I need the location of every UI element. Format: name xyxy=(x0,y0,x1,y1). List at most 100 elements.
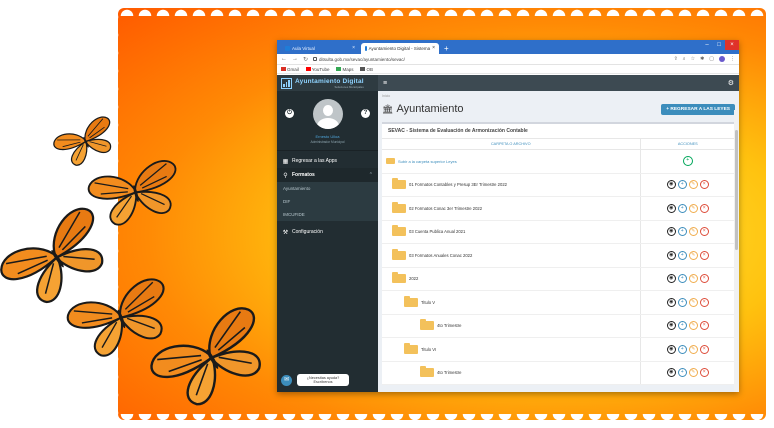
table-row-up[interactable]: Subir a la carpeta superior Leyes + xyxy=(382,149,735,174)
table-row[interactable]: 4to Trimestre ◉ + ✎ × xyxy=(382,361,735,385)
add-icon[interactable]: + xyxy=(677,274,687,284)
folder-name[interactable]: 03 Cuenta Publica Anual 2021 xyxy=(409,229,465,234)
view-icon[interactable]: ◉ xyxy=(666,321,676,331)
window-close-icon[interactable]: × xyxy=(725,40,739,50)
folder-name[interactable]: 02 Formatos Conac 3er Trimestre 2022 xyxy=(409,206,482,211)
sidepanel-icon[interactable]: ▢ xyxy=(709,56,714,62)
help-widget[interactable]: ✉ ¿Necesitas ayuda? Escríbenos xyxy=(281,374,349,386)
bookmark-gmail[interactable]: Gmail xyxy=(281,67,299,72)
browser-tab-aula[interactable]: Aula Virtual × xyxy=(281,43,359,54)
profile-avatar-icon[interactable] xyxy=(719,56,725,62)
sidebar-subitem-dif[interactable]: DIF xyxy=(277,195,378,208)
share-icon[interactable]: ⇪ xyxy=(674,56,678,62)
table-row[interactable]: 02 Formatos Conac 3er Trimestre 2022 ◉ + ✎ × xyxy=(382,196,735,221)
delete-icon[interactable]: × xyxy=(699,274,709,284)
browser-tab-ayuntamiento[interactable]: Ayuntamiento Digital - Sistema × xyxy=(361,43,439,54)
page-scrollbar[interactable] xyxy=(734,110,739,392)
add-icon[interactable]: + xyxy=(677,321,687,331)
sidebar-item-configuracion[interactable]: ⚒ Configuración xyxy=(277,225,378,239)
breadcrumb[interactable]: Inicio xyxy=(378,91,739,98)
view-icon[interactable]: ◉ xyxy=(666,368,676,378)
sidebar-subitem-imcufide[interactable]: IMCUFIDE xyxy=(277,208,378,221)
view-icon[interactable]: ◉ xyxy=(666,344,676,354)
new-tab-button[interactable]: + xyxy=(441,43,452,54)
table-row[interactable]: 03 Cuenta Publica Anual 2021 ◉ + ✎ × xyxy=(382,220,735,244)
back-to-laws-button[interactable]: + REGRESAR A LAS LEYES xyxy=(661,103,735,115)
folder-name[interactable]: 03 Formatos Anuales Conac 2022 xyxy=(409,253,472,258)
user-panel: ⏻ ? Ernesto Ulloa Administrador Municipa… xyxy=(277,91,378,151)
minimize-icon[interactable]: – xyxy=(701,40,713,50)
view-icon[interactable]: ◉ xyxy=(666,297,676,307)
chat-icon[interactable]: ✉ xyxy=(281,374,292,386)
delete-icon[interactable]: × xyxy=(699,180,709,190)
folder-name[interactable]: 2022 xyxy=(409,276,418,281)
help-bubble[interactable]: ¿Necesitas ayuda? Escríbenos xyxy=(297,374,349,386)
brand-header[interactable]: Ayuntamiento Digital Soluciones Municipa… xyxy=(277,75,378,91)
add-icon[interactable]: + xyxy=(682,156,693,167)
delete-icon[interactable]: × xyxy=(699,203,709,213)
delete-icon[interactable]: × xyxy=(699,321,709,331)
maximize-icon[interactable]: □ xyxy=(713,40,725,50)
forward-arrow-icon[interactable]: → xyxy=(292,56,298,62)
edit-pencil-icon[interactable]: ✎ xyxy=(688,250,698,260)
delete-icon[interactable]: × xyxy=(699,368,709,378)
folder-name[interactable]: 01 Formatos Contables y Presup 3Er Trime… xyxy=(409,182,507,187)
extensions-icon[interactable]: ✱ xyxy=(700,56,704,62)
edit-pencil-icon[interactable]: ✎ xyxy=(688,344,698,354)
avatar[interactable] xyxy=(313,99,343,129)
table-row[interactable]: 03 Formatos Anuales Conac 2022 ◉ + ✎ × xyxy=(382,243,735,268)
view-icon[interactable]: ◉ xyxy=(666,250,676,260)
delete-icon[interactable]: × xyxy=(699,227,709,237)
delete-icon[interactable]: × xyxy=(699,297,709,307)
view-icon[interactable]: ◉ xyxy=(666,227,676,237)
folder-name[interactable]: 4to Trimestre xyxy=(437,370,461,375)
view-icon[interactable]: ◉ xyxy=(666,180,676,190)
add-icon[interactable]: + xyxy=(677,344,687,354)
edit-pencil-icon[interactable]: ✎ xyxy=(688,368,698,378)
table-row[interactable]: 4to Trimestre ◉ + ✎ × xyxy=(382,314,735,338)
url-field[interactable]: ditsulta.gob.mx/sevac/ayuntamiento/sevac… xyxy=(313,57,669,62)
add-icon[interactable]: + xyxy=(677,297,687,307)
tab-close-icon[interactable]: × xyxy=(352,43,355,54)
add-icon[interactable]: + xyxy=(677,203,687,213)
up-folder-link[interactable]: Subir a la carpeta superior Leyes xyxy=(398,159,457,164)
sidebar-item-formatos[interactable]: ⚲ Formatos ⌃ xyxy=(277,168,378,182)
folder-name[interactable]: Titulo V xyxy=(421,300,435,305)
folder-name[interactable]: 4to Trimestre xyxy=(437,323,461,328)
folder-name[interactable]: Titulo VI xyxy=(421,347,436,352)
view-icon[interactable]: ◉ xyxy=(666,274,676,284)
bookmark-youtube[interactable]: YouTube xyxy=(305,67,329,72)
add-icon[interactable]: + xyxy=(677,250,687,260)
table-row[interactable]: Titulo VI ◉ + ✎ × xyxy=(382,337,735,362)
table-row[interactable]: 2022 ◉ + ✎ × xyxy=(382,267,735,291)
delete-icon[interactable]: × xyxy=(699,344,709,354)
edit-pencil-icon[interactable]: ✎ xyxy=(688,274,698,284)
bookmark-ob[interactable]: OB xyxy=(360,67,373,72)
edit-pencil-icon[interactable]: ✎ xyxy=(688,227,698,237)
folder-icon xyxy=(404,295,418,307)
star-icon[interactable]: ☆ xyxy=(691,56,695,62)
menu-kebab-icon[interactable]: ⋮ xyxy=(730,56,735,62)
add-icon[interactable]: + xyxy=(677,180,687,190)
bookmark-maps[interactable]: Maps xyxy=(336,67,353,72)
zoom-icon[interactable]: ⌕ xyxy=(683,56,686,62)
table-row[interactable]: Titulo V ◉ + ✎ × xyxy=(382,290,735,315)
sidebar-item-regresar[interactable]: ▦ Regresar a las Apps xyxy=(277,154,378,168)
edit-pencil-icon[interactable]: ✎ xyxy=(688,180,698,190)
hamburger-menu-icon[interactable]: ≡ xyxy=(383,80,387,87)
tab-close-icon[interactable]: × xyxy=(432,43,435,54)
power-icon[interactable]: ⏻ xyxy=(285,109,294,118)
help-question-icon[interactable]: ? xyxy=(361,109,370,118)
sidebar-subitem-ayuntamiento[interactable]: Ayuntamiento xyxy=(277,182,378,195)
edit-pencil-icon[interactable]: ✎ xyxy=(688,203,698,213)
add-icon[interactable]: + xyxy=(677,227,687,237)
delete-icon[interactable]: × xyxy=(699,250,709,260)
add-icon[interactable]: + xyxy=(677,368,687,378)
table-row[interactable]: 01 Formatos Contables y Presup 3Er Trime… xyxy=(382,173,735,197)
view-icon[interactable]: ◉ xyxy=(666,203,676,213)
edit-pencil-icon[interactable]: ✎ xyxy=(688,321,698,331)
reload-icon[interactable]: ↻ xyxy=(303,56,308,63)
settings-gear-icon[interactable]: ⚙ xyxy=(728,79,734,87)
back-arrow-icon[interactable]: ← xyxy=(281,56,287,62)
edit-pencil-icon[interactable]: ✎ xyxy=(688,297,698,307)
